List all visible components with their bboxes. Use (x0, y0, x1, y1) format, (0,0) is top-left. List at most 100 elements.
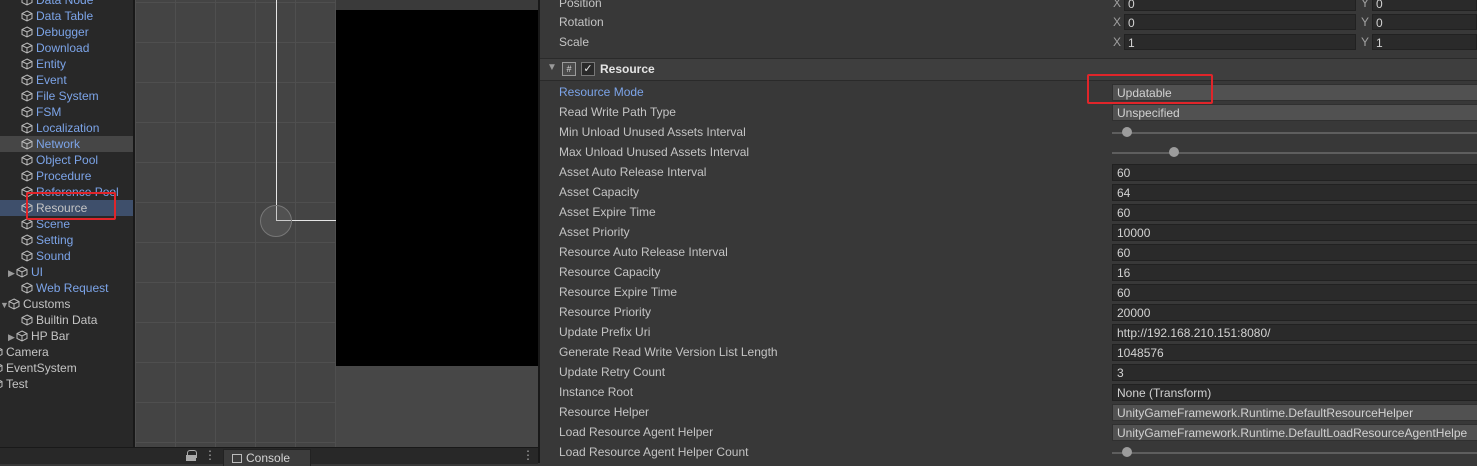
tab-console[interactable]: Console (223, 449, 311, 466)
component-enabled-checkbox[interactable]: ✓ (581, 62, 595, 76)
gameobject-cube-icon (21, 25, 36, 39)
hierarchy-item[interactable]: Procedure (21, 168, 91, 184)
scale-y-field[interactable]: 1 (1372, 34, 1477, 50)
hierarchy-item[interactable]: Data Node (21, 0, 93, 8)
hierarchy-item-label: Data Table (36, 9, 94, 23)
lock-icon-body (186, 455, 196, 461)
slider-handle[interactable] (1169, 147, 1179, 157)
property-label: Min Unload Unused Assets Interval (559, 125, 746, 139)
property-row: Update Retry Count 3 (540, 362, 1477, 382)
property-label: Resource Mode (559, 85, 644, 99)
hierarchy-item[interactable]: Entity (21, 56, 66, 72)
rotation-x-field[interactable]: 0 (1124, 14, 1356, 30)
hierarchy-item[interactable]: Data Table (21, 8, 93, 24)
property-label: Asset Priority (559, 225, 630, 239)
slider-handle[interactable] (1122, 127, 1132, 137)
hierarchy-item[interactable]: Web Request (21, 280, 109, 296)
property-label: Update Prefix Uri (559, 325, 651, 339)
hierarchy-item[interactable]: Network (0, 136, 133, 152)
hierarchy-item-label: Builtin Data (36, 313, 98, 327)
property-field[interactable]: http://192.168.210.151:8080/ (1112, 324, 1477, 341)
property-label: Update Retry Count (559, 365, 666, 379)
property-dropdown[interactable]: Unspecified (1112, 104, 1477, 121)
hierarchy-item[interactable]: ▼ Customs (0, 296, 70, 312)
hierarchy-item[interactable]: Test (0, 376, 28, 392)
property-row: Max Unload Unused Assets Interval (540, 142, 1477, 162)
foldout-arrow-icon[interactable]: ▶ (8, 265, 16, 281)
property-field[interactable]: 16 (1112, 264, 1477, 281)
rotation-y-field[interactable]: 0 (1372, 14, 1477, 30)
slider-track[interactable] (1112, 152, 1477, 154)
hierarchy-item-label: UI (31, 265, 43, 279)
property-row: Resource Capacity 16 (540, 262, 1477, 282)
hierarchy-item-label: Network (36, 137, 81, 151)
kebab-menu-icon[interactable]: ⋮ (522, 448, 534, 462)
hierarchy-item[interactable]: Camera (0, 344, 49, 360)
property-label: Generate Read Write Version List Length (559, 345, 778, 359)
hierarchy-item-label: EventSystem (6, 361, 77, 375)
scene-gizmo[interactable] (260, 205, 292, 237)
gameobject-cube-icon (21, 233, 36, 247)
property-field[interactable]: 60 (1112, 284, 1477, 301)
hierarchy-item[interactable]: Builtin Data (21, 312, 97, 328)
hierarchy-item[interactable]: Download (21, 40, 89, 56)
game-view-header (336, 0, 538, 10)
hierarchy-item-label: Data Node (36, 0, 94, 7)
hierarchy-item-label: Camera (6, 345, 49, 359)
transform-rotation-row: Rotation X 0 Y 0 (540, 12, 1477, 32)
gameobject-cube-icon (21, 169, 36, 183)
property-field[interactable]: 1048576 (1112, 344, 1477, 361)
property-label: Resource Priority (559, 305, 652, 319)
property-row: Load Resource Agent Helper UnityGameFrame… (540, 422, 1477, 442)
hierarchy-item[interactable]: Localization (21, 120, 99, 136)
hierarchy-panel: Data Node Data Table Debugger Download Entit… (0, 0, 133, 447)
foldout-arrow-icon[interactable]: ▶ (8, 329, 16, 345)
property-label: Asset Auto Release Interval (559, 165, 707, 179)
x-axis-label: X (1113, 0, 1122, 10)
slider-handle[interactable] (1122, 447, 1132, 457)
gameobject-cube-icon (8, 297, 23, 311)
hierarchy-item[interactable]: FSM (21, 104, 61, 120)
property-field[interactable]: 60 (1112, 244, 1477, 261)
property-row: Min Unload Unused Assets Interval (540, 122, 1477, 142)
gameobject-cube-icon (21, 105, 36, 119)
component-header[interactable]: ▼ # ✓ Resource (540, 58, 1477, 81)
hierarchy-item[interactable]: ▶ UI (8, 264, 43, 280)
hierarchy-item[interactable]: Event (21, 72, 67, 88)
hierarchy-item[interactable]: Object Pool (21, 152, 98, 168)
hierarchy-item[interactable]: Debugger (21, 24, 89, 40)
gameobject-cube-icon (16, 329, 31, 343)
property-field[interactable]: 20000 (1112, 304, 1477, 321)
hierarchy-item[interactable]: Setting (21, 232, 73, 248)
slider-track[interactable] (1112, 452, 1477, 454)
property-dropdown[interactable]: UnityGameFramework.Runtime.DefaultResour… (1112, 404, 1477, 421)
foldout-arrow-icon[interactable]: ▼ (0, 297, 9, 313)
position-y-field[interactable]: 0 (1372, 0, 1477, 11)
property-label: Instance Root (559, 385, 634, 399)
foldout-arrow-icon[interactable]: ▼ (547, 62, 557, 73)
gameobject-cube-icon (21, 9, 36, 23)
property-row: Generate Read Write Version List Length 1… (540, 342, 1477, 362)
kebab-menu-icon[interactable]: ⋮ (204, 448, 216, 462)
game-view[interactable] (336, 10, 538, 366)
hierarchy-item[interactable]: File System (21, 88, 99, 104)
slider-track[interactable] (1112, 132, 1477, 134)
property-field[interactable]: None (Transform) (1112, 384, 1477, 401)
property-dropdown[interactable]: UnityGameFramework.Runtime.DefaultLoadRe… (1112, 424, 1477, 441)
gameobject-cube-icon (21, 57, 36, 71)
hierarchy-item-label: Localization (36, 121, 100, 135)
scene-view[interactable] (135, 0, 336, 447)
property-field[interactable]: 3 (1112, 364, 1477, 381)
property-field[interactable]: 64 (1112, 184, 1477, 201)
position-x-field[interactable]: 0 (1124, 0, 1356, 11)
gameobject-cube-icon (21, 89, 36, 103)
hierarchy-item[interactable]: ▶ HP Bar (8, 328, 69, 344)
hierarchy-item[interactable]: EventSystem (0, 360, 77, 376)
hierarchy-item-label: Object Pool (36, 153, 99, 167)
hierarchy-item[interactable]: Sound (21, 248, 71, 264)
scale-x-field[interactable]: 1 (1124, 34, 1356, 50)
property-field[interactable]: 60 (1112, 204, 1477, 221)
property-field[interactable]: 10000 (1112, 224, 1477, 241)
property-label: Resource Helper (559, 405, 650, 419)
property-field[interactable]: 60 (1112, 164, 1477, 181)
